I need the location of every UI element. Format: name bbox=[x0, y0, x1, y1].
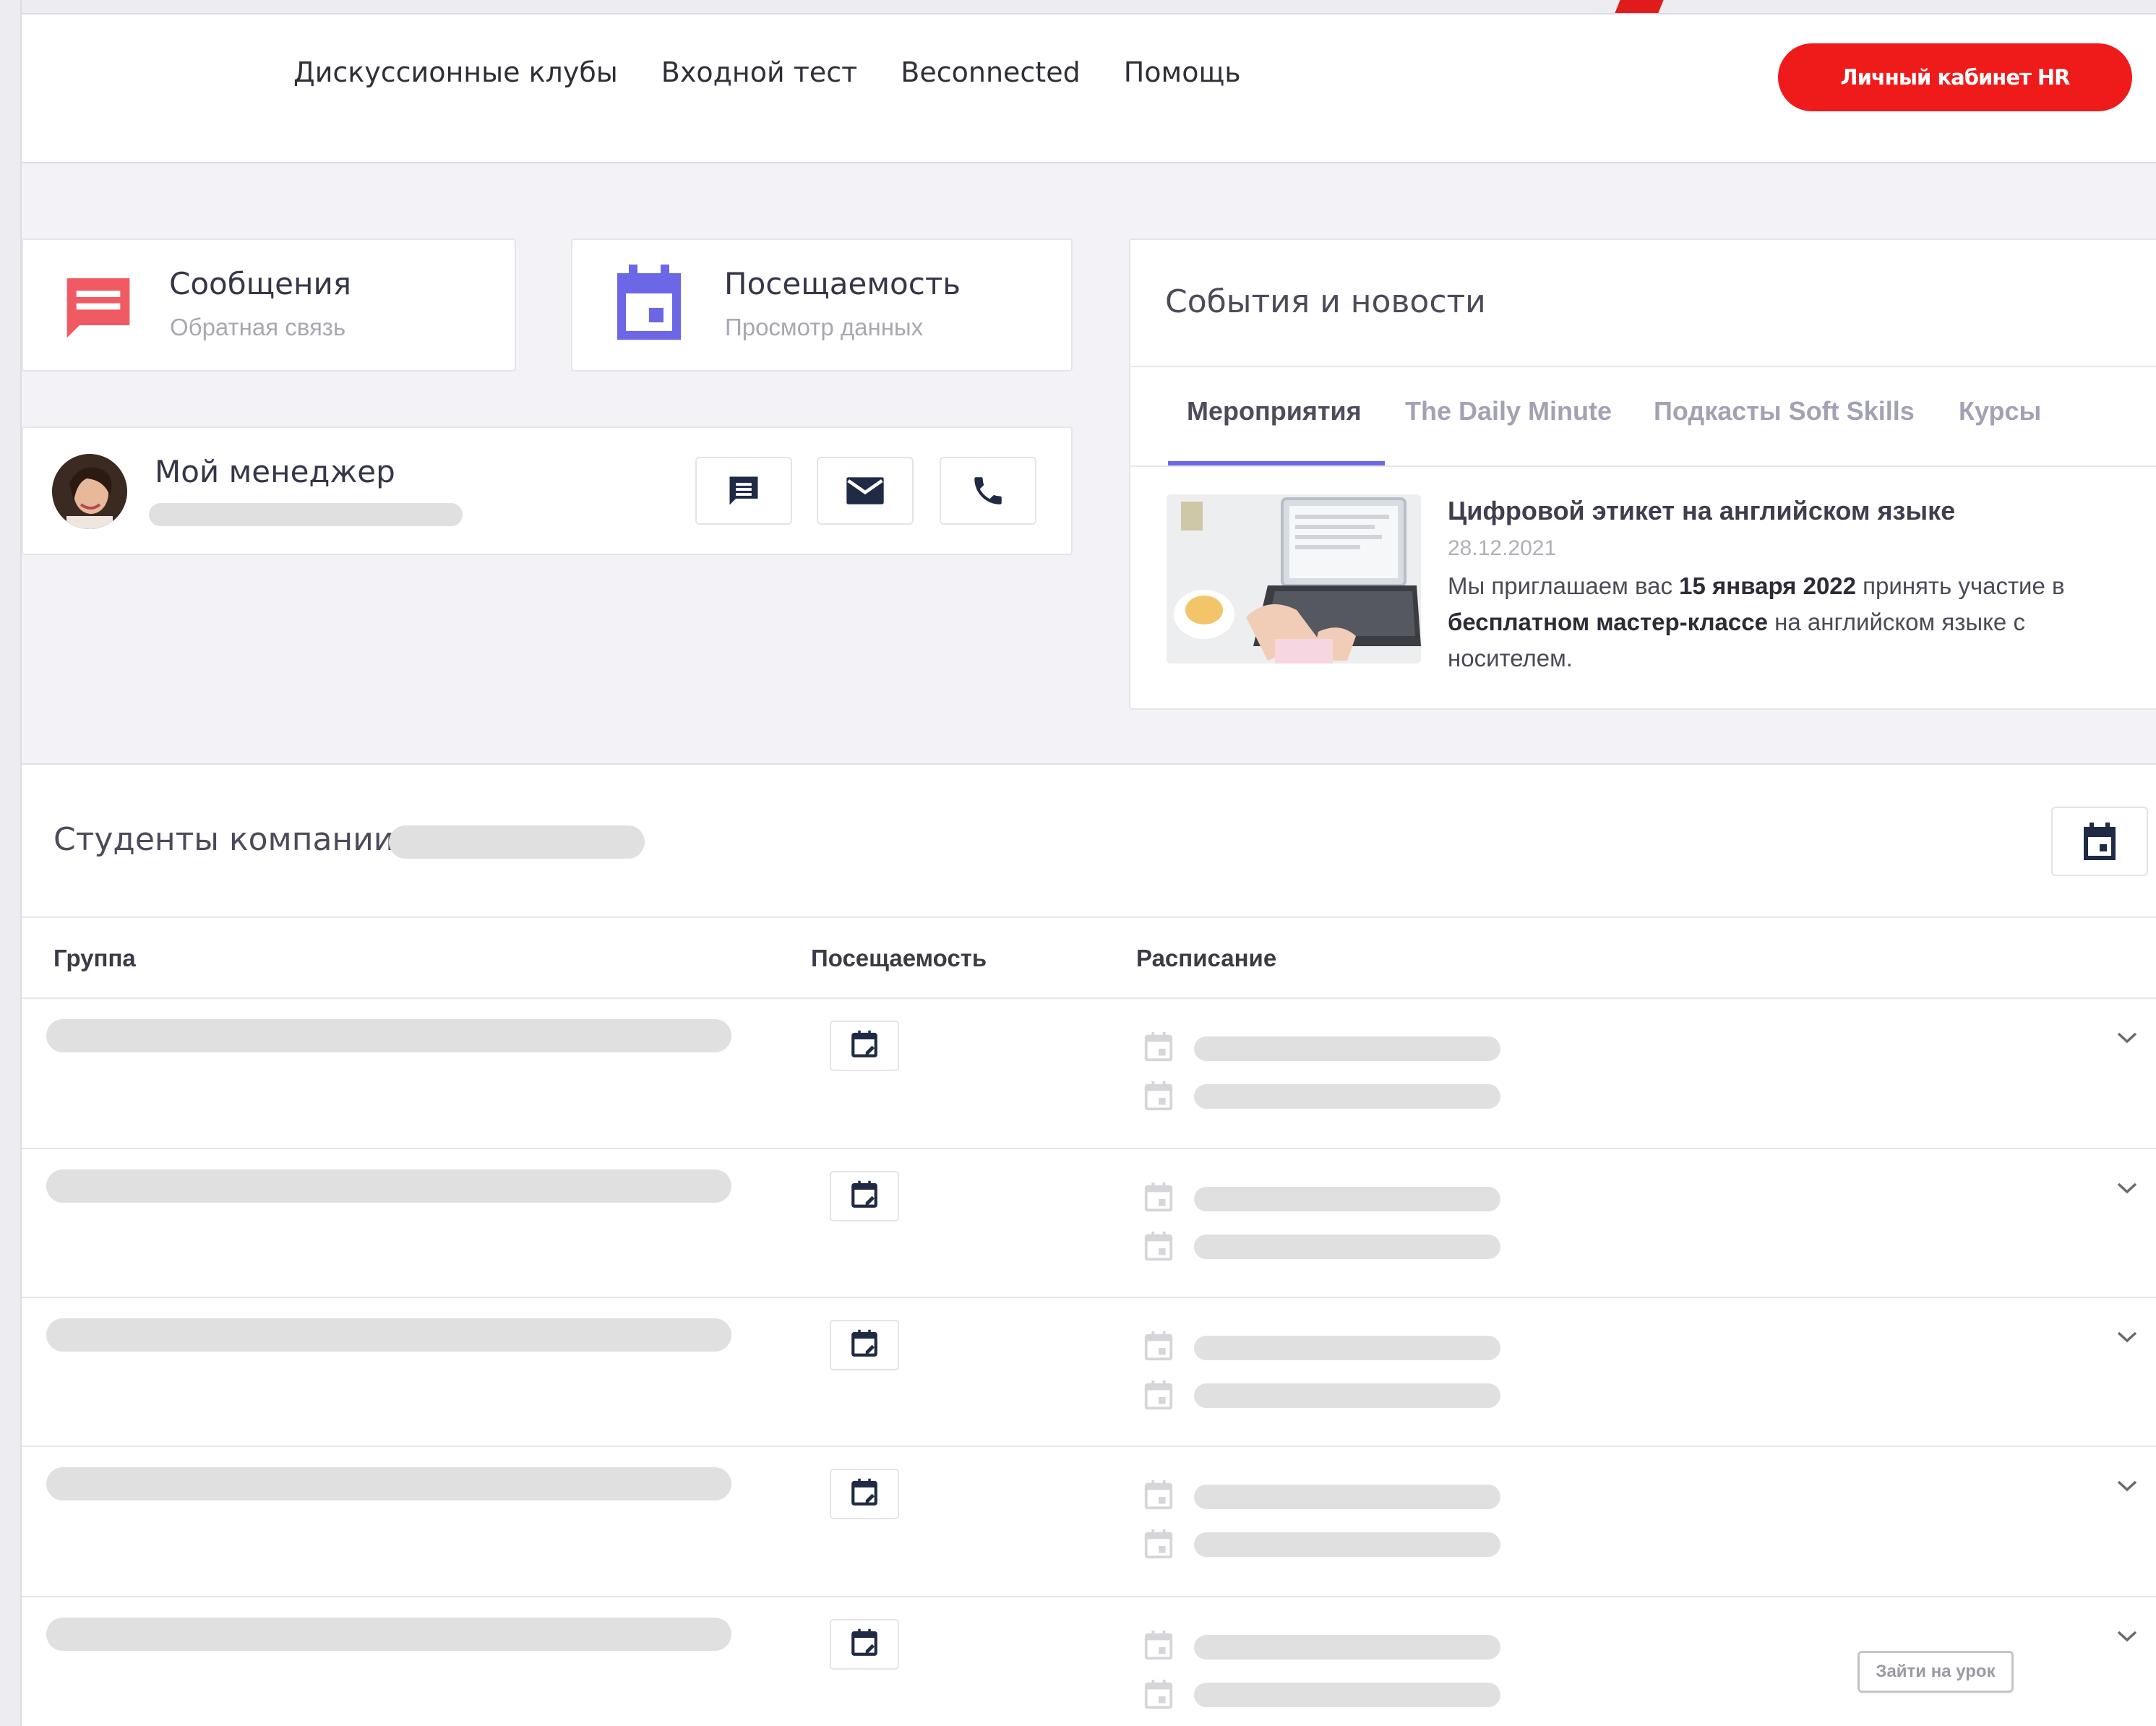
schedule-placeholder bbox=[1194, 1084, 1500, 1109]
calendar-edit-icon bbox=[849, 1477, 880, 1511]
chat-icon bbox=[729, 476, 758, 505]
news-heading: События и новости bbox=[1165, 283, 1486, 320]
row-divider bbox=[22, 1446, 2156, 1447]
schedule-placeholder bbox=[1194, 1383, 1500, 1408]
top-edge bbox=[22, 0, 2156, 13]
schedule-placeholder bbox=[1194, 1036, 1500, 1061]
schedule-placeholder bbox=[1194, 1235, 1500, 1259]
manager-chat-button[interactable] bbox=[695, 457, 792, 525]
schedule-calendar-icon bbox=[1142, 1528, 1175, 1565]
row-divider bbox=[22, 1596, 2156, 1597]
row-divider bbox=[22, 1148, 2156, 1149]
main-nav: Дискуссионные клубы Входной тест Beconne… bbox=[293, 56, 1241, 88]
students-section bbox=[22, 763, 2156, 1726]
nav-help[interactable]: Помощь bbox=[1124, 56, 1241, 88]
schedule-placeholder bbox=[1194, 1187, 1500, 1211]
tab-courses[interactable]: Курсы bbox=[1959, 396, 2041, 426]
news-title[interactable]: Цифровой этикет на английском языке bbox=[1448, 496, 1955, 526]
mail-icon bbox=[846, 477, 884, 505]
phone-icon bbox=[974, 477, 1002, 505]
calendar-icon bbox=[2084, 823, 2116, 860]
chevron-down-icon[interactable] bbox=[2114, 1623, 2140, 1649]
schedule-calendar-icon bbox=[1142, 1080, 1175, 1117]
calendar-edit-icon bbox=[849, 1029, 880, 1063]
schedule-placeholder bbox=[1194, 1532, 1500, 1557]
company-name-placeholder bbox=[389, 825, 645, 859]
manager-name-placeholder bbox=[149, 503, 463, 526]
messages-title: Сообщения bbox=[169, 266, 352, 301]
left-edge bbox=[0, 0, 22, 1726]
attendance-edit-button[interactable] bbox=[830, 1320, 899, 1370]
attendance-edit-button[interactable] bbox=[830, 1469, 899, 1519]
message-icon bbox=[61, 269, 136, 348]
nav-entry-test[interactable]: Входной тест bbox=[661, 56, 858, 88]
attendance-edit-button[interactable] bbox=[830, 1171, 899, 1221]
chevron-down-icon[interactable] bbox=[2114, 1025, 2140, 1051]
manager-card: Мой менеджер bbox=[22, 426, 1073, 555]
tab-active-underline bbox=[1168, 461, 1385, 465]
messages-subtitle: Обратная связь bbox=[170, 314, 346, 340]
students-calendar-button[interactable] bbox=[2051, 807, 2148, 876]
schedule-placeholder bbox=[1194, 1635, 1500, 1660]
chevron-down-icon[interactable] bbox=[2114, 1324, 2140, 1350]
calendar-edit-icon bbox=[849, 1628, 880, 1662]
group-name-placeholder bbox=[46, 1169, 731, 1203]
schedule-calendar-icon bbox=[1142, 1678, 1175, 1715]
news-image[interactable] bbox=[1167, 494, 1421, 664]
attendance-edit-button[interactable] bbox=[830, 1619, 899, 1670]
schedule-calendar-icon bbox=[1142, 1330, 1175, 1367]
manager-phone-button[interactable] bbox=[940, 457, 1036, 525]
attendance-card[interactable]: Посещаемость Просмотр данных bbox=[571, 239, 1073, 372]
group-name-placeholder bbox=[46, 1019, 731, 1052]
news-divider bbox=[1130, 366, 2156, 367]
manager-avatar bbox=[52, 454, 127, 529]
column-schedule: Расписание bbox=[1136, 945, 1277, 971]
join-lesson-button[interactable]: Зайти на урок bbox=[1857, 1651, 2014, 1693]
schedule-calendar-icon bbox=[1142, 1479, 1175, 1516]
hr-cabinet-button[interactable]: Личный кабинет HR bbox=[1778, 43, 2132, 111]
group-name-placeholder bbox=[46, 1618, 731, 1651]
schedule-calendar-icon bbox=[1142, 1379, 1175, 1416]
nav-beconnected[interactable]: Beconnected bbox=[901, 56, 1080, 88]
schedule-placeholder bbox=[1194, 1336, 1500, 1360]
schedule-placeholder bbox=[1194, 1683, 1500, 1707]
calendar-edit-icon bbox=[849, 1180, 880, 1214]
top-header: Дискуссионные клубы Входной тест Beconne… bbox=[22, 13, 2156, 163]
schedule-calendar-icon bbox=[1142, 1230, 1175, 1267]
news-text: Мы приглашаем вас 15 января 2022 принять… bbox=[1448, 572, 2065, 671]
messages-card[interactable]: Сообщения Обратная связь bbox=[22, 239, 516, 372]
nav-discussion-clubs[interactable]: Дискуссионные клубы bbox=[293, 56, 618, 88]
manager-email-button[interactable] bbox=[817, 457, 914, 525]
tab-daily-minute[interactable]: The Daily Minute bbox=[1405, 396, 1612, 426]
table-header-top-line bbox=[22, 916, 2156, 918]
schedule-placeholder bbox=[1194, 1485, 1500, 1509]
tab-events[interactable]: Мероприятия bbox=[1187, 396, 1362, 426]
manager-title: Мой менеджер bbox=[155, 454, 395, 489]
schedule-calendar-icon bbox=[1142, 1181, 1175, 1218]
group-name-placeholder bbox=[46, 1318, 731, 1352]
attendance-subtitle: Просмотр данных bbox=[725, 314, 924, 340]
chevron-down-icon[interactable] bbox=[2114, 1175, 2140, 1201]
table-header-line bbox=[22, 997, 2156, 999]
calendar-icon bbox=[614, 265, 684, 343]
students-title: Студенты компании bbox=[53, 821, 395, 858]
attendance-title: Посещаемость bbox=[724, 266, 961, 301]
row-divider bbox=[22, 1297, 2156, 1298]
group-name-placeholder bbox=[46, 1467, 731, 1500]
chevron-down-icon[interactable] bbox=[2114, 1473, 2140, 1499]
attendance-edit-button[interactable] bbox=[830, 1021, 899, 1071]
schedule-calendar-icon bbox=[1142, 1031, 1175, 1068]
column-attendance: Посещаемость bbox=[811, 945, 987, 971]
tab-podcasts[interactable]: Подкасты Soft Skills bbox=[1654, 396, 1915, 426]
brand-accent-mark bbox=[1615, 0, 1664, 13]
calendar-edit-icon bbox=[849, 1328, 880, 1362]
tabs-divider bbox=[1130, 465, 2156, 467]
column-group: Группа bbox=[53, 945, 136, 971]
schedule-calendar-icon bbox=[1142, 1629, 1175, 1666]
news-date: 28.12.2021 bbox=[1448, 536, 1557, 560]
